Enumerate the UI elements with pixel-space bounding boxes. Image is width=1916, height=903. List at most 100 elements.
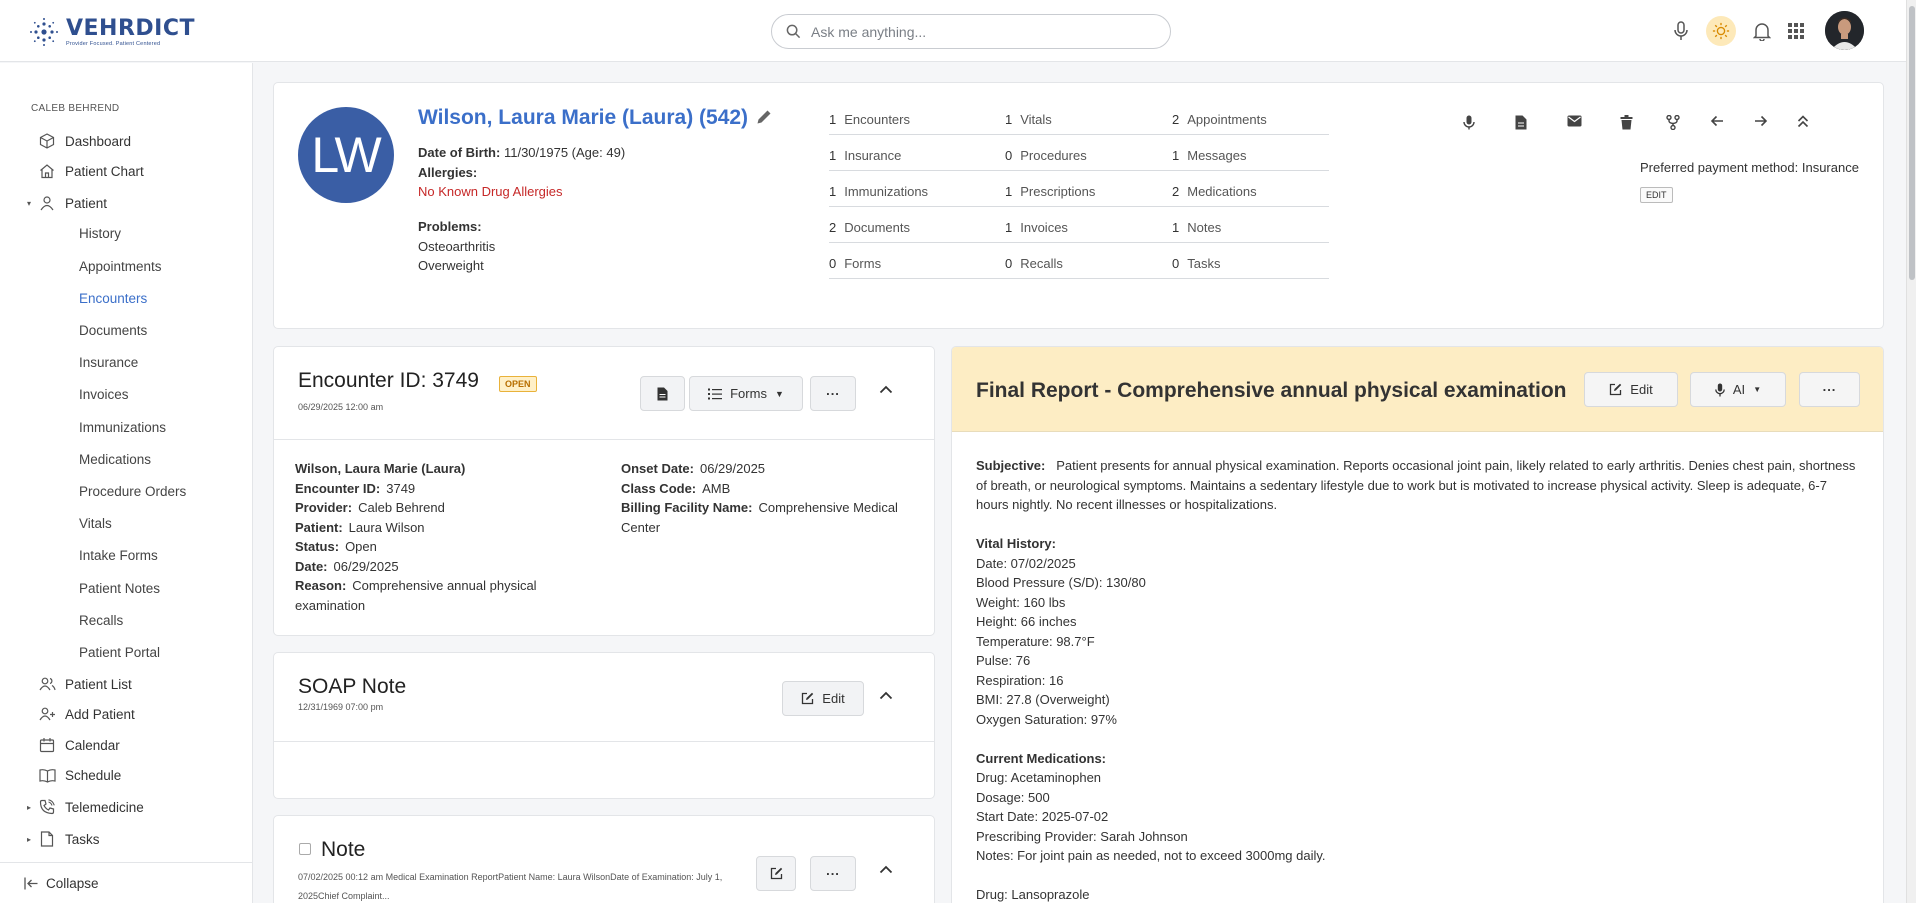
report-title: Final Report - Comprehensive annual phys…: [976, 379, 1567, 402]
stat-notes[interactable]: 1 Notes: [1172, 220, 1221, 235]
stat-appointments[interactable]: 2 Appointments: [1172, 112, 1267, 127]
stat-insurance[interactable]: 1 Insurance: [829, 148, 901, 163]
stat-encounters[interactable]: 1 Encounters: [829, 112, 910, 127]
ai-label: AI: [1732, 382, 1746, 397]
detail-key: Status:: [295, 539, 340, 554]
stat-documents[interactable]: 2 Documents: [829, 220, 910, 235]
stat-count: 1: [1005, 220, 1013, 235]
sidebar-sub-appointments[interactable]: Appointments: [79, 259, 162, 274]
stat-label: Immunizations: [844, 184, 929, 199]
fork-icon[interactable]: [1666, 115, 1680, 130]
search-box[interactable]: [771, 14, 1171, 49]
divider: [274, 741, 934, 742]
bell-icon[interactable]: [1751, 20, 1773, 42]
document-icon[interactable]: [1515, 115, 1527, 130]
trash-icon[interactable]: [1620, 115, 1633, 130]
edit-label: Edit: [1630, 382, 1653, 397]
soap-edit-button[interactable]: Edit: [782, 681, 864, 716]
stat-count: 1: [829, 112, 837, 127]
document-icon: [657, 387, 668, 400]
note-edit-button[interactable]: [756, 856, 796, 891]
edit-payment-button[interactable]: EDIT: [1640, 187, 1673, 203]
stat-immunizations[interactable]: 1 Immunizations: [829, 184, 928, 199]
sidebar-sub-procedure-orders[interactable]: Procedure Orders: [79, 484, 186, 499]
medication-line: Notes: For joint pain as needed, not to …: [976, 848, 1326, 863]
note-more-button[interactable]: ...: [810, 856, 856, 891]
detail-value: Open: [345, 539, 377, 554]
stat-forms[interactable]: 0 Forms: [829, 256, 881, 271]
stat-label: Appointments: [1187, 112, 1267, 127]
stat-count: 2: [1172, 184, 1180, 199]
stat-prescriptions[interactable]: 1 Prescriptions: [1005, 184, 1095, 199]
detail-row: Billing Facility Name: Comprehensive Medi…: [621, 498, 916, 537]
stat-tasks[interactable]: 0 Tasks: [1172, 256, 1220, 271]
stat-messages[interactable]: 1 Messages: [1172, 148, 1246, 163]
sidebar-sub-recalls[interactable]: Recalls: [79, 613, 123, 628]
detail-key: Class Code:: [621, 480, 697, 496]
microphone-icon: [1715, 383, 1725, 396]
vital-line: Respiration: 16: [976, 672, 1064, 688]
sidebar-item-label: Telemedicine: [65, 799, 144, 815]
scrollbar-thumb[interactable]: [1909, 6, 1915, 280]
caret-right-icon: ▸: [27, 834, 32, 844]
report-edit-button[interactable]: Edit: [1584, 372, 1678, 407]
microphone-icon[interactable]: [1670, 20, 1692, 42]
stat-count: 1: [1005, 112, 1013, 127]
stats-row: 1 Insurance 0 Procedures 1 Messages: [829, 135, 1329, 171]
pencil-icon[interactable]: [755, 108, 773, 126]
encounter-more-button[interactable]: ...: [810, 376, 856, 411]
detail-row: Patient: Laura Wilson: [295, 518, 595, 538]
note-checkbox[interactable]: [299, 843, 311, 855]
sidebar-sub-encounters[interactable]: Encounters: [79, 291, 147, 306]
encounter-document-button[interactable]: [640, 376, 685, 411]
arrow-right-icon[interactable]: [1754, 115, 1768, 127]
sidebar-sub-patient-portal[interactable]: Patient Portal: [79, 645, 160, 660]
detail-value: Caleb Behrend: [358, 500, 445, 515]
user-avatar[interactable]: [1825, 11, 1864, 50]
sidebar-sub-patient-notes[interactable]: Patient Notes: [79, 581, 160, 596]
sidebar-item-label: Calendar: [65, 737, 120, 753]
stat-recalls[interactable]: 0 Recalls: [1005, 256, 1063, 271]
collapse-sidebar-button[interactable]: Collapse: [0, 862, 253, 903]
chevron-up-icon[interactable]: [879, 385, 893, 394]
detail-row: Encounter ID: 3749: [295, 479, 595, 499]
book-icon: [38, 766, 56, 784]
report-more-button[interactable]: ...: [1799, 372, 1860, 407]
user-plus-icon: [38, 705, 56, 723]
stats-row: 1 Immunizations 1 Prescriptions 2 Medicatio…: [829, 171, 1329, 207]
sidebar-sub-medications[interactable]: Medications: [79, 452, 151, 467]
subjective-text: Patient presents for annual physical exa…: [976, 458, 1856, 512]
stat-count: 1: [1005, 184, 1013, 199]
apps-grid-icon[interactable]: [1785, 20, 1807, 42]
theme-toggle-button[interactable]: [1706, 16, 1736, 46]
sidebar-sub-invoices[interactable]: Invoices: [79, 387, 129, 402]
allergies-label-text: Allergies:: [418, 165, 478, 180]
sidebar-sub-vitals[interactable]: Vitals: [79, 516, 112, 531]
arrow-left-icon[interactable]: [1710, 115, 1724, 127]
stat-medications[interactable]: 2 Medications: [1172, 184, 1257, 199]
microphone-icon[interactable]: [1463, 115, 1475, 130]
sidebar-sub-immunizations[interactable]: Immunizations: [79, 420, 166, 435]
sidebar-item-label: Schedule: [65, 767, 122, 783]
page-scrollbar[interactable]: [1906, 0, 1916, 903]
vitals-label: Vital History:: [976, 534, 1861, 554]
sidebar-sub-insurance[interactable]: Insurance: [79, 355, 138, 370]
mail-icon[interactable]: [1567, 115, 1582, 127]
sidebar-sub-history[interactable]: History: [79, 226, 121, 241]
search-input[interactable]: [811, 23, 1151, 40]
stat-invoices[interactable]: 1 Invoices: [1005, 220, 1068, 235]
report-ai-dropdown-button[interactable]: AI ▼: [1690, 372, 1786, 407]
chevron-up-icon[interactable]: [879, 865, 893, 874]
encounter-details-left: Wilson, Laura Marie (Laura) Encounter ID…: [295, 459, 595, 615]
app-logo[interactable]: VEHRDICT Provider Focused. Patient Cente…: [28, 16, 195, 48]
detail-row: Onset Date: 06/29/2025: [621, 459, 916, 479]
sidebar-sub-intake-forms[interactable]: Intake Forms: [79, 548, 158, 563]
forms-dropdown-button[interactable]: Forms ▼: [689, 376, 803, 411]
subjective-section: Subjective: Patient presents for annual …: [976, 456, 1861, 515]
sidebar-sub-documents[interactable]: Documents: [79, 323, 147, 338]
stat-vitals[interactable]: 1 Vitals: [1005, 112, 1052, 127]
chevron-up-icon[interactable]: [879, 691, 893, 700]
collapse-up-icon[interactable]: [1797, 115, 1809, 128]
patient-name-link[interactable]: Wilson, Laura Marie (Laura) (542): [418, 106, 748, 130]
stat-procedures[interactable]: 0 Procedures: [1005, 148, 1087, 163]
